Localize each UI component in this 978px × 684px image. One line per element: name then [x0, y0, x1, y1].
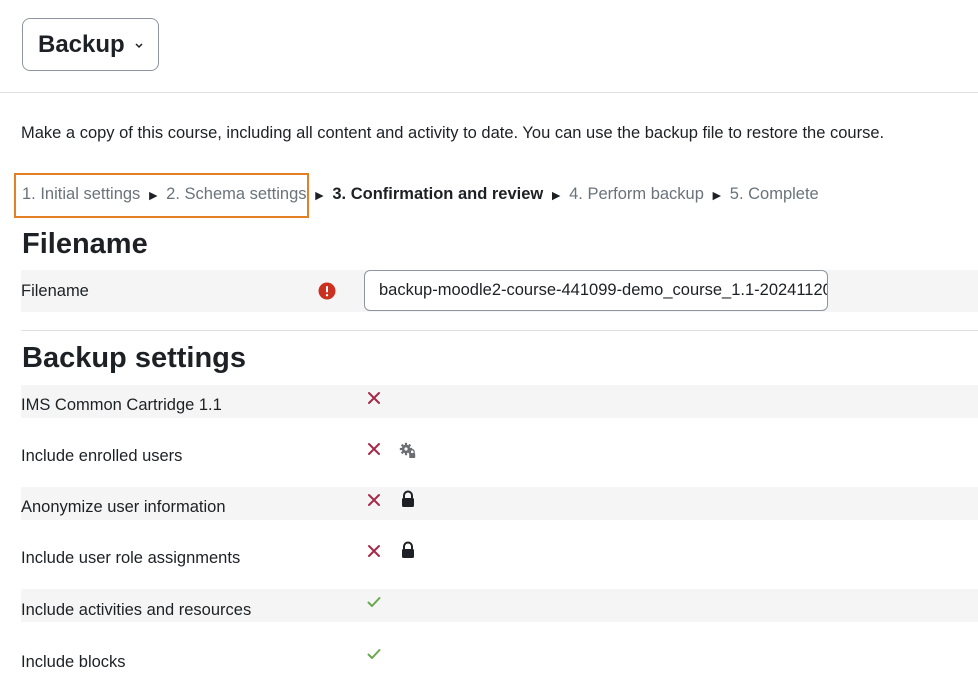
setting-label: Include activities and resources [21, 601, 252, 619]
setting-row: Anonymize user information [21, 487, 978, 520]
backup-settings-heading: Backup settings [22, 342, 246, 374]
backup-menu-dropdown[interactable]: Backup [22, 18, 159, 71]
step-complete: 5. Complete [729, 185, 819, 203]
step-initial-settings[interactable]: 1. Initial settings [22, 185, 140, 204]
filename-row: Filename backup-moodle2-course-441099-de… [21, 270, 978, 312]
chevron-down-icon [135, 42, 143, 48]
cross-icon [368, 494, 380, 506]
backup-progress-steps: 1. Initial settings ► 2. Schema settings… [22, 185, 819, 204]
check-icon [367, 597, 381, 607]
cross-icon [368, 443, 380, 455]
filename-input[interactable]: backup-moodle2-course-441099-demo_course… [364, 270, 828, 311]
required-icon [318, 282, 336, 300]
step-confirmation-review: 3. Confirmation and review [332, 185, 544, 203]
filename-label: Filename [21, 281, 89, 300]
lock-icon [402, 541, 414, 558]
step-separator: ► [549, 186, 564, 203]
setting-label: Include enrolled users [21, 447, 183, 465]
setting-row: Include activities and resources [21, 589, 978, 622]
setting-row: Include user role assignments [21, 538, 978, 571]
intro-text: Make a copy of this course, including al… [21, 124, 885, 142]
gear-lock-icon [399, 442, 416, 458]
setting-row: IMS Common Cartridge 1.1 [21, 385, 978, 418]
step-separator: ► [312, 186, 327, 203]
cross-icon [368, 545, 380, 557]
dropdown-label: Backup [38, 30, 125, 58]
step-separator: ► [709, 186, 724, 203]
section-divider [21, 330, 978, 331]
setting-label: Include blocks [21, 653, 126, 671]
setting-row: Include blocks [21, 641, 978, 674]
step-separator: ► [146, 186, 161, 203]
filename-heading: Filename [22, 228, 148, 260]
setting-label: Anonymize user information [21, 498, 226, 516]
step-schema-settings[interactable]: 2. Schema settings [166, 185, 306, 204]
lock-icon [402, 490, 414, 507]
step-perform-backup: 4. Perform backup [569, 185, 704, 203]
setting-label: IMS Common Cartridge 1.1 [21, 396, 222, 414]
header-divider [0, 92, 978, 93]
setting-label: Include user role assignments [21, 549, 241, 567]
check-icon [367, 649, 381, 659]
cross-icon [368, 392, 380, 404]
setting-row: Include enrolled users [21, 436, 978, 469]
filename-value: backup-moodle2-course-441099-demo_course… [379, 281, 828, 299]
